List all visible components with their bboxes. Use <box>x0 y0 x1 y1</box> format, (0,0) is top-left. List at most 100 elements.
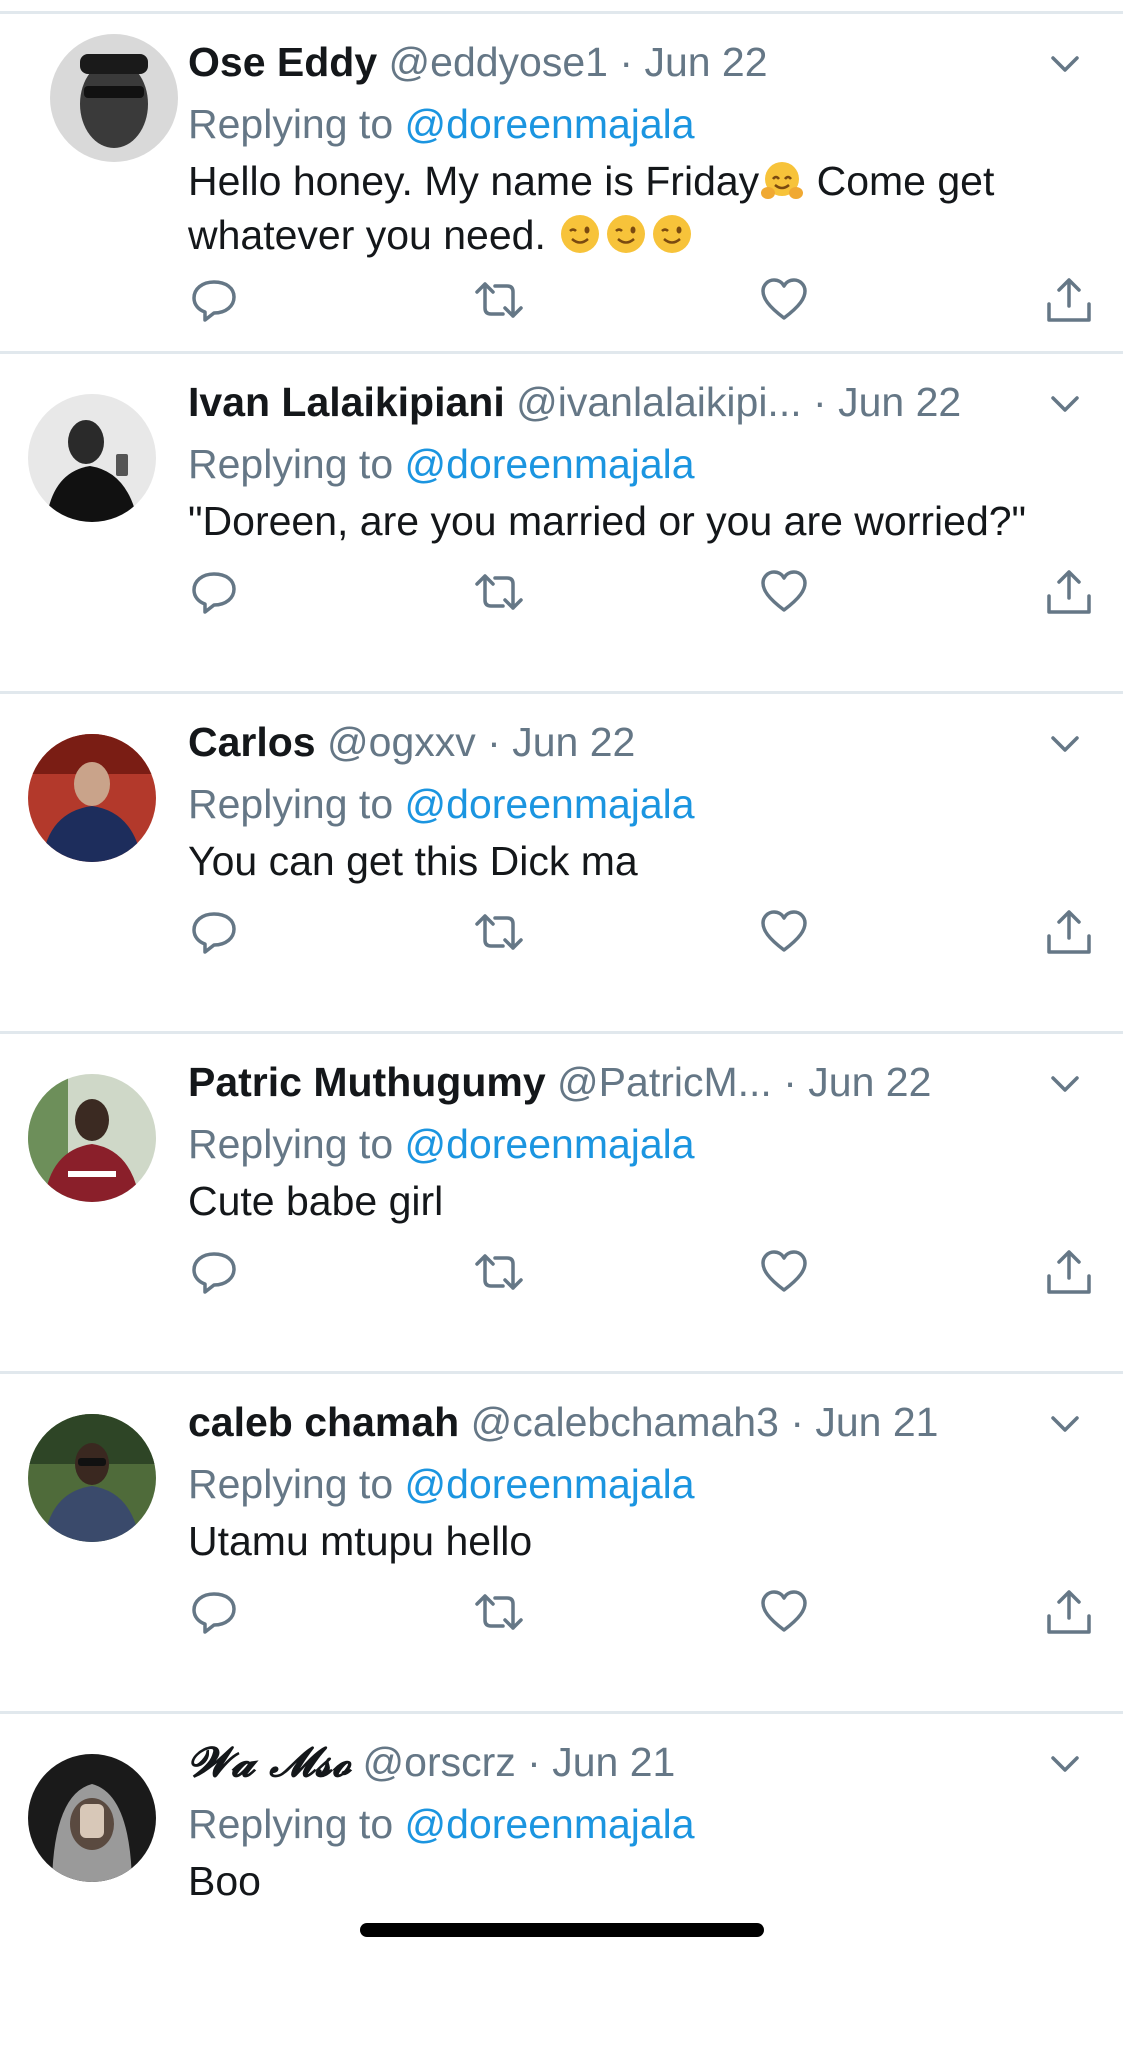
share-icon[interactable] <box>1043 1246 1095 1298</box>
heart-icon[interactable] <box>758 566 810 618</box>
display-name[interactable]: caleb chamah <box>188 1399 459 1445</box>
tweet[interactable]: Carlos @ogxxv · Jun 22 Replying to @dore… <box>0 694 1123 1034</box>
tweet-header: 𝓦𝓪 𝓜𝓼𝓸 @orscrz · Jun 21 <box>188 1734 1003 1790</box>
mention-link[interactable]: @doreenmajala <box>405 1121 695 1167</box>
mention-link[interactable]: @doreenmajala <box>405 781 695 827</box>
share-icon[interactable] <box>1043 274 1095 326</box>
tweet-text-part: Hello honey. My name is Friday <box>188 158 760 204</box>
retweet-icon[interactable] <box>473 566 525 618</box>
top-divider <box>0 0 1123 14</box>
heart-icon[interactable] <box>758 906 810 958</box>
mention-link[interactable]: @doreenmajala <box>405 101 695 147</box>
tweet-actions <box>188 274 1093 334</box>
tweet-date[interactable]: Jun 22 <box>808 1059 931 1105</box>
retweet-icon[interactable] <box>473 274 525 326</box>
reply-icon[interactable] <box>188 906 240 958</box>
replying-to-label: Replying to <box>188 101 394 147</box>
tweet-actions <box>188 906 1093 966</box>
tweet-date[interactable]: Jun 22 <box>838 379 961 425</box>
replying-to: Replying to @doreenmajala <box>188 96 695 152</box>
replying-to: Replying to @doreenmajala <box>188 1116 695 1172</box>
user-handle[interactable]: @calebchamah3 <box>471 1399 779 1445</box>
avatar[interactable] <box>28 734 156 862</box>
avatar[interactable] <box>28 1754 156 1882</box>
user-handle[interactable]: @orscrz <box>363 1739 516 1785</box>
user-handle[interactable]: @ogxxv <box>327 719 476 765</box>
retweet-icon[interactable] <box>473 1246 525 1298</box>
separator-dot: · <box>790 1399 804 1445</box>
home-indicator[interactable] <box>360 1923 764 1937</box>
replying-to: Replying to @doreenmajala <box>188 1456 695 1512</box>
share-icon[interactable] <box>1043 906 1095 958</box>
display-name[interactable]: 𝓦𝓪 𝓜𝓼𝓸 <box>188 1738 351 1786</box>
hugging-face-emoji-icon <box>761 162 804 199</box>
tweet-text: Utamu mtupu hello <box>188 1518 533 1564</box>
retweet-icon[interactable] <box>473 906 525 958</box>
tweet-text: Hello honey. My name is Friday Come get … <box>188 154 1083 262</box>
display-name[interactable]: Patric Muthugumy <box>188 1059 546 1105</box>
tweet-date[interactable]: Jun 22 <box>512 719 635 765</box>
avatar[interactable] <box>28 1074 156 1202</box>
mention-link[interactable]: @doreenmajala <box>405 1801 695 1847</box>
tweet-actions <box>188 1246 1093 1306</box>
tweet-header: caleb chamah @calebchamah3 · Jun 21 <box>188 1394 1003 1450</box>
winking-face-emoji-icon <box>653 215 692 253</box>
tweet-date[interactable]: Jun 22 <box>644 39 767 85</box>
tweet-actions <box>188 1586 1093 1646</box>
avatar[interactable] <box>28 394 156 522</box>
separator-dot: · <box>783 1059 797 1105</box>
display-name[interactable]: Carlos <box>188 719 316 765</box>
separator-dot: · <box>813 379 827 425</box>
tweet-date[interactable]: Jun 21 <box>815 1399 938 1445</box>
display-name[interactable]: Ose Eddy <box>188 39 377 85</box>
replying-to: Replying to @doreenmajala <box>188 776 695 832</box>
display-name[interactable]: Ivan Lalaikipiani <box>188 379 505 425</box>
heart-icon[interactable] <box>758 274 810 326</box>
tweet[interactable]: caleb chamah @calebchamah3 · Jun 21 Repl… <box>0 1374 1123 1714</box>
replying-to-label: Replying to <box>188 781 394 827</box>
chevron-down-icon[interactable] <box>1045 1064 1085 1104</box>
replying-to-label: Replying to <box>188 1121 394 1167</box>
user-handle[interactable]: @PatricM... <box>557 1059 772 1105</box>
tweet-header: Ivan Lalaikipiani @ivanlalaikipi... · Ju… <box>188 374 1003 430</box>
tweet-text: "Doreen, are you married or you are worr… <box>188 498 1027 544</box>
separator-dot: · <box>487 719 501 765</box>
mention-link[interactable]: @doreenmajala <box>405 1461 695 1507</box>
winking-face-emoji-icon <box>607 215 646 253</box>
reply-icon[interactable] <box>188 1586 240 1638</box>
avatar[interactable] <box>28 1414 156 1542</box>
heart-icon[interactable] <box>758 1246 810 1298</box>
user-handle[interactable]: @ivanlalaikipi... <box>516 379 801 425</box>
tweet[interactable]: Ivan Lalaikipiani @ivanlalaikipi... · Ju… <box>0 354 1123 694</box>
tweet[interactable]: Ose Eddy @eddyose1 · Jun 22 Replying to … <box>0 14 1123 354</box>
reply-feed: Ose Eddy @eddyose1 · Jun 22 Replying to … <box>0 14 1123 2054</box>
winking-face-emoji-icon <box>561 215 600 253</box>
replying-to-label: Replying to <box>188 441 394 487</box>
reply-icon[interactable] <box>188 566 240 618</box>
user-handle[interactable]: @eddyose1 <box>389 39 608 85</box>
share-icon[interactable] <box>1043 1586 1095 1638</box>
share-icon[interactable] <box>1043 566 1095 618</box>
tweet-text: Cute babe girl <box>188 1178 444 1224</box>
mention-link[interactable]: @doreenmajala <box>405 441 695 487</box>
reply-icon[interactable] <box>188 274 240 326</box>
chevron-down-icon[interactable] <box>1045 384 1085 424</box>
tweet-header: Patric Muthugumy @PatricM... · Jun 22 <box>188 1054 1003 1110</box>
separator-dot: · <box>527 1739 541 1785</box>
separator-dot: · <box>619 39 634 85</box>
heart-icon[interactable] <box>758 1586 810 1638</box>
avatar[interactable] <box>50 34 178 162</box>
replying-to-label: Replying to <box>188 1801 394 1847</box>
chevron-down-icon[interactable] <box>1045 724 1085 764</box>
replying-to: Replying to @doreenmajala <box>188 1796 695 1852</box>
chevron-down-icon[interactable] <box>1045 1744 1085 1784</box>
tweet-date[interactable]: Jun 21 <box>552 1739 675 1785</box>
chevron-down-icon[interactable] <box>1045 44 1085 84</box>
tweet[interactable]: Patric Muthugumy @PatricM... · Jun 22 Re… <box>0 1034 1123 1374</box>
reply-icon[interactable] <box>188 1246 240 1298</box>
chevron-down-icon[interactable] <box>1045 1404 1085 1444</box>
tweet-actions <box>188 566 1093 626</box>
tweet-text: You can get this Dick ma <box>188 838 638 884</box>
tweet[interactable]: 𝓦𝓪 𝓜𝓼𝓸 @orscrz · Jun 21 Replying to @dor… <box>0 1714 1123 2054</box>
retweet-icon[interactable] <box>473 1586 525 1638</box>
